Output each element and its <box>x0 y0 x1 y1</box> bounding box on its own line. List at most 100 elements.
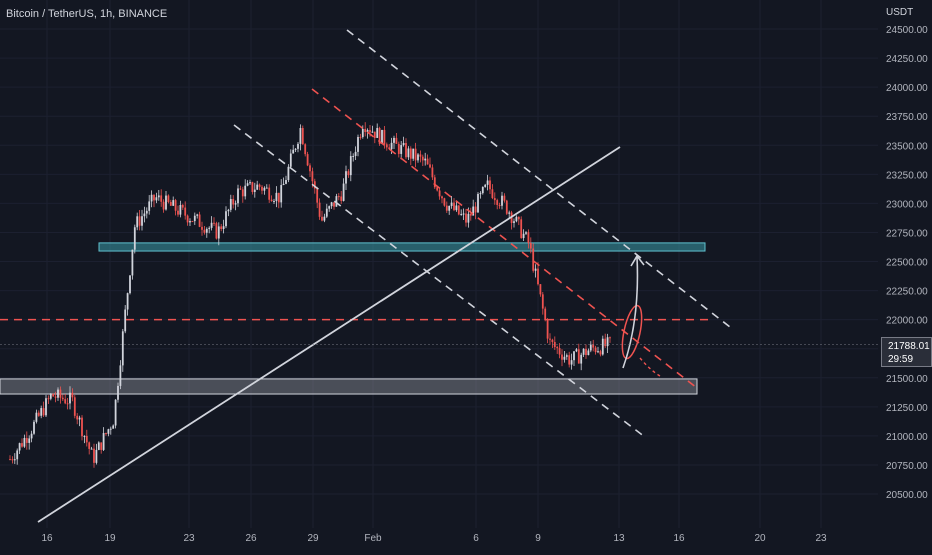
candle-body <box>251 182 254 192</box>
candle-body <box>85 435 88 443</box>
candle-body <box>88 442 91 449</box>
candle-body <box>445 205 448 211</box>
candle-body <box>544 308 547 321</box>
y-tick-label: 23500.00 <box>886 141 928 152</box>
y-tick-label: 22250.00 <box>886 287 928 298</box>
candle-body <box>241 189 244 197</box>
candle-body <box>258 184 261 187</box>
candle-body <box>556 347 559 349</box>
x-tick-label: 23 <box>815 533 827 544</box>
candle-body <box>93 448 95 463</box>
candle-body <box>539 284 542 295</box>
candle-body <box>157 195 160 198</box>
x-tick-label: 26 <box>245 533 257 544</box>
candle-body <box>369 130 371 133</box>
candle-body <box>333 202 335 207</box>
candle-body <box>441 196 443 199</box>
candle <box>133 224 136 254</box>
candle <box>33 419 35 435</box>
candle-body <box>119 365 122 386</box>
candle-body <box>239 188 242 190</box>
candle-body <box>304 144 307 155</box>
candle-body <box>318 202 321 217</box>
candle-body <box>179 204 182 215</box>
candle-body <box>328 206 331 209</box>
candle-body <box>23 437 26 447</box>
candle-body <box>582 348 585 355</box>
candle-body <box>561 354 563 360</box>
resistance-zone <box>98 242 706 252</box>
candle-body <box>234 203 237 205</box>
candle-body <box>100 442 103 450</box>
candle-body <box>577 349 580 364</box>
candle-body <box>131 249 134 276</box>
candle-body <box>270 199 273 202</box>
candle-body <box>215 223 218 239</box>
candle-body <box>436 187 439 191</box>
candle-body <box>30 433 33 439</box>
candle-body <box>381 129 383 144</box>
y-tick-label: 23750.00 <box>886 112 928 123</box>
candle-body <box>549 338 551 340</box>
candle-body <box>136 216 139 228</box>
candle-body <box>181 204 184 208</box>
candle-body <box>349 156 352 176</box>
candle-body <box>359 136 362 138</box>
candle-body <box>417 154 419 161</box>
candle <box>73 395 76 419</box>
candle-body <box>513 221 515 223</box>
candle-body <box>217 226 220 239</box>
candle <box>129 274 131 295</box>
candle-body <box>121 331 124 366</box>
y-tick-label: 20500.00 <box>886 490 928 501</box>
candle <box>45 394 47 417</box>
candle-body <box>453 202 455 211</box>
candle-body <box>467 213 470 223</box>
candle-body <box>479 193 482 195</box>
chart[interactable]: 20500.00 20750.00 21000.00 21250.00 21500.00… <box>0 0 932 550</box>
candle-body <box>25 437 28 443</box>
candle-body <box>174 200 177 211</box>
candle-body <box>405 142 407 158</box>
candle-body <box>167 195 170 203</box>
candle-body <box>525 232 527 234</box>
candle-body <box>457 205 460 215</box>
candle-body <box>501 195 503 206</box>
candle-body <box>609 337 611 339</box>
candle-body <box>393 137 395 143</box>
candle-body <box>45 398 47 416</box>
candle-body <box>52 393 55 397</box>
y-tick-label: 21250.00 <box>886 403 928 414</box>
candle-body <box>390 142 393 150</box>
candle-body <box>37 412 40 416</box>
candle-body <box>193 215 196 222</box>
candle-body <box>462 213 465 215</box>
candle <box>443 197 446 207</box>
y-tick-label: 24500.00 <box>886 25 928 36</box>
candle-body <box>78 417 81 420</box>
candle <box>457 205 460 216</box>
y-tick-label: 21500.00 <box>886 374 928 385</box>
x-tick-label: 13 <box>613 533 625 544</box>
candle-body <box>244 185 247 197</box>
candle-body <box>126 293 129 310</box>
candle-body <box>551 339 554 343</box>
candle-body <box>412 148 415 159</box>
candle-body <box>287 166 290 181</box>
candle-body <box>431 167 434 178</box>
candle-body <box>105 433 107 435</box>
candle-body <box>153 194 155 201</box>
x-tick-label: 19 <box>104 533 116 544</box>
candle-body <box>177 210 179 215</box>
candle-body <box>280 185 283 203</box>
candle-body <box>18 443 21 451</box>
candle-body <box>124 309 127 332</box>
chart-canvas[interactable]: 20500.00 20750.00 21000.00 21250.00 21500.00… <box>0 0 932 550</box>
candle <box>215 221 218 240</box>
candle-body <box>141 216 143 226</box>
candle-body <box>282 183 285 186</box>
candle-body <box>9 459 11 461</box>
candle-body <box>532 248 535 271</box>
candle-body <box>407 148 410 158</box>
candle-body <box>489 180 491 190</box>
